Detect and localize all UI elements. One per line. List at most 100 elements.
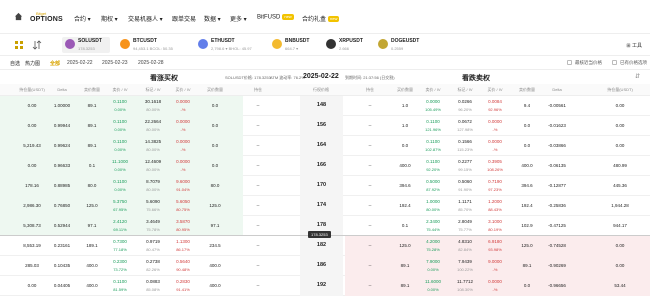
call-price[interactable]: 0.2738 [146,259,160,264]
put-price[interactable]: 0.2277 [458,159,472,164]
call-price[interactable]: 0.5640 [176,259,190,264]
menu-futures-giftbox[interactable]: 合约礼盒 new [302,14,340,23]
put-iv: 108.30% [457,287,473,292]
put-price[interactable]: 4.2000 [426,239,440,244]
put-price[interactable]: 11.6000 [425,279,441,284]
eth-icon [198,39,208,49]
call-price[interactable]: 0.1100 [113,279,126,284]
call-price[interactable]: 8.7079 [146,179,160,184]
put-price[interactable]: 6.9180 [488,239,502,244]
menu-options[interactable]: 期权 ▾ [101,14,118,23]
put-price[interactable]: 0.0266 [458,99,472,104]
put-price[interactable]: 0.0672 [458,119,472,124]
tools-button[interactable]: ⊞ 工具 [626,42,642,49]
menu-copy-trading[interactable]: 跟单交易 [172,14,196,23]
menu-more[interactable]: 更多 ▾ [230,14,247,23]
put-price[interactable]: 0.7190 [488,179,502,184]
put-price[interactable]: 0.1100 [426,139,439,144]
put-price[interactable]: 7.9000 [426,259,440,264]
put-price[interactable]: 0.0000 [488,139,502,144]
call-price[interactable]: 3.5870 [176,219,190,224]
put-price[interactable]: 2.3400 [426,219,440,224]
call-price[interactable]: 14.3825 [145,139,161,144]
call-price[interactable]: 0.0000 [176,99,190,104]
put-price[interactable]: 0.0084 [488,99,502,104]
ticker-xrp[interactable]: XRPUSDT 2.666 [326,37,371,53]
put-price[interactable]: 0.0000 [488,279,502,284]
put-price[interactable]: 0.1100 [426,159,439,164]
call-price[interactable]: 0.2300 [113,259,127,264]
call-price[interactable]: 0.1100 [113,179,126,184]
ticker-sol[interactable]: SOLUSDT 178.3253 [62,37,110,53]
home-icon[interactable] [14,12,23,21]
date-tab-2[interactable]: 2025-02-23 [102,60,128,66]
put-price[interactable]: 0.1566 [458,139,472,144]
put-price[interactable]: 1.2000 [488,199,502,204]
ticker-bnb[interactable]: BNBUSDT 664.7 ▾ [272,37,317,53]
call-price[interactable]: 9.6000 [176,179,190,184]
put-price[interactable]: 0.5000 [426,179,440,184]
call-price[interactable]: 12.4609 [145,159,161,164]
put-price[interactable]: 3.1000 [488,219,502,224]
call-iv: 0.00% [114,147,126,152]
call-price[interactable]: 1.1300 [176,239,190,244]
call-price[interactable]: 0.1100 [113,119,126,124]
strike-cell: 148 [300,96,343,116]
call-price[interactable]: 0.0883 [146,279,160,284]
ticker-btc[interactable]: BTCUSDT 94,453.1 BCOL: 50.35 [120,37,190,53]
put-price[interactable]: 2.8049 [458,219,472,224]
put-price[interactable]: 4.8310 [458,239,472,244]
put-price[interactable]: 0.5060 [458,179,472,184]
put-price[interactable]: 9.0000 [488,259,502,264]
call-cell: 89.1 [87,103,97,108]
existing-price-checkbox[interactable] [612,60,617,65]
call-price[interactable]: 22.2664 [145,119,161,124]
call-price[interactable]: 11.1000 [112,159,128,164]
call-price[interactable]: 0.2830 [176,279,190,284]
tab-heatmap[interactable]: 热力图 [25,60,40,67]
call-price[interactable]: 0.1100 [113,139,126,144]
put-iv: 75.28% [426,247,440,252]
strike-value: 182 [316,242,327,248]
put-price[interactable]: 0.0000 [426,99,440,104]
menu-bitfusd[interactable]: BitFUSD new [257,14,294,21]
col-left-ask-iv: 卖价 / IV [112,87,128,92]
put-price[interactable]: 1.0000 [426,199,440,204]
tab-all[interactable]: 全部 [50,60,60,67]
call-price[interactable]: 3.4649 [146,219,160,224]
call-price[interactable]: 5.6090 [146,199,160,204]
menu-bots[interactable]: 交易机器人 ▾ [128,14,163,23]
call-price[interactable]: 2.4120 [113,219,127,224]
grid-icon[interactable] [14,40,24,50]
put-price[interactable]: 11.7712 [457,279,473,284]
put-price[interactable]: 0.1100 [426,119,439,124]
call-price[interactable]: 5.3750 [113,199,127,204]
put-price[interactable]: 0.3905 [488,159,502,164]
put-price[interactable]: 7.9439 [458,259,472,264]
call-price[interactable]: 0.0000 [176,139,190,144]
ticker-doge[interactable]: DOGEUSDT 0.2559 [378,37,428,53]
call-price[interactable]: 0.0000 [176,119,190,124]
logo[interactable]: Bitget OPTIONS [30,11,70,25]
call-price[interactable]: 30.1618 [145,99,161,104]
call-price[interactable]: 5.6050 [176,199,190,204]
put-price[interactable]: 1.1171 [458,199,471,204]
menu-data[interactable]: 数据 ▾ [204,14,221,23]
date-tab-3[interactable]: 2025-02-28 [138,60,164,66]
swap-icon[interactable] [32,40,42,50]
tab-favorites[interactable]: 自选 [10,60,20,67]
call-price[interactable]: 0.9719 [146,239,160,244]
put-price[interactable]: 0.0000 [488,119,502,124]
ticker-eth[interactable]: ETHUSDT 2,798.6 ▾ BHOL: 45.97 [198,37,263,53]
menu-futures[interactable]: 合约 ▾ [74,14,91,23]
table-row: 182 8,553.19 0.23161 189.1 0.7300 77.18% 0.971… [0,236,650,256]
nearest-price-checkbox[interactable] [567,60,572,65]
put-cell: 394.6 [521,183,533,188]
call-price[interactable]: 0.0000 [176,159,190,164]
settings-icon[interactable]: ⇵ [635,73,640,80]
call-price[interactable]: 0.7300 [113,239,127,244]
col-right-ask-iv: 卖价 / IV [425,87,441,92]
call-price[interactable]: 0.1100 [113,99,126,104]
date-tab-1[interactable]: 2025-02-22 [67,60,93,66]
call-cell: 400.0 [86,283,98,288]
